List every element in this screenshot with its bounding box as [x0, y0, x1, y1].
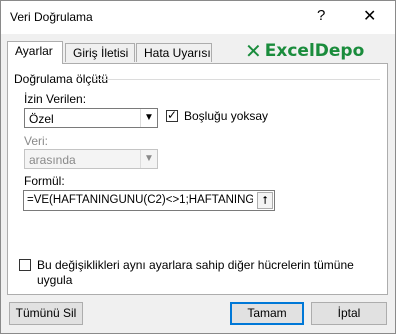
chevron-down-icon[interactable]: ▼: [140, 109, 157, 127]
ignore-blank-checkbox[interactable]: ✓: [166, 108, 178, 122]
formula-label: Formül:: [24, 174, 65, 188]
tab-error-alert[interactable]: Hata Uyarısı: [136, 43, 212, 62]
data-select-value: arasında: [29, 153, 76, 167]
close-button[interactable]: ✕: [363, 6, 376, 26]
cancel-button[interactable]: İptal: [311, 302, 387, 325]
apply-all-checkbox[interactable]: [19, 259, 31, 271]
title-bar: Veri Doğrulama ? ✕: [1, 1, 395, 34]
data-validation-dialog: Veri Doğrulama ? ✕ Ayarlar Giriş İletisi…: [0, 0, 396, 334]
allow-select[interactable]: Özel ▼: [24, 108, 158, 128]
section-divider: [94, 79, 380, 80]
formula-input[interactable]: =VE(HAFTANINGÜNÜ(C2)<>1;HAFTANINGÜNÜ ⭡: [23, 190, 275, 211]
help-button[interactable]: ?: [317, 7, 325, 24]
exceldepo-logo: ✕ ExcelDepo: [245, 39, 364, 63]
range-picker-icon[interactable]: ⭡: [257, 192, 273, 209]
apply-all-label[interactable]: Bu değişiklikleri aynı ayarlara sahip di…: [37, 258, 367, 288]
allow-label: İzin Verilen:: [24, 92, 87, 106]
data-select[interactable]: arasında ▼: [24, 149, 158, 169]
allow-select-value: Özel: [29, 112, 54, 126]
ignore-blank-label[interactable]: Boşluğu yoksay: [184, 109, 268, 123]
ok-button[interactable]: Tamam: [230, 302, 304, 325]
clear-all-button[interactable]: Tümünü Sil: [9, 302, 83, 325]
data-label: Veri:: [24, 134, 49, 148]
logo-x-icon: ✕: [245, 39, 262, 63]
window-title: Veri Doğrulama: [10, 10, 93, 24]
chevron-down-icon[interactable]: ▼: [140, 150, 157, 168]
logo-text: ExcelDepo: [264, 41, 365, 61]
tab-input-message[interactable]: Giriş İletisi: [65, 43, 135, 62]
checkmark-icon: ✓: [167, 108, 178, 122]
tab-settings[interactable]: Ayarlar: [7, 41, 63, 64]
formula-input-value[interactable]: =VE(HAFTANINGÜNÜ(C2)<>1;HAFTANINGÜNÜ: [27, 194, 253, 206]
